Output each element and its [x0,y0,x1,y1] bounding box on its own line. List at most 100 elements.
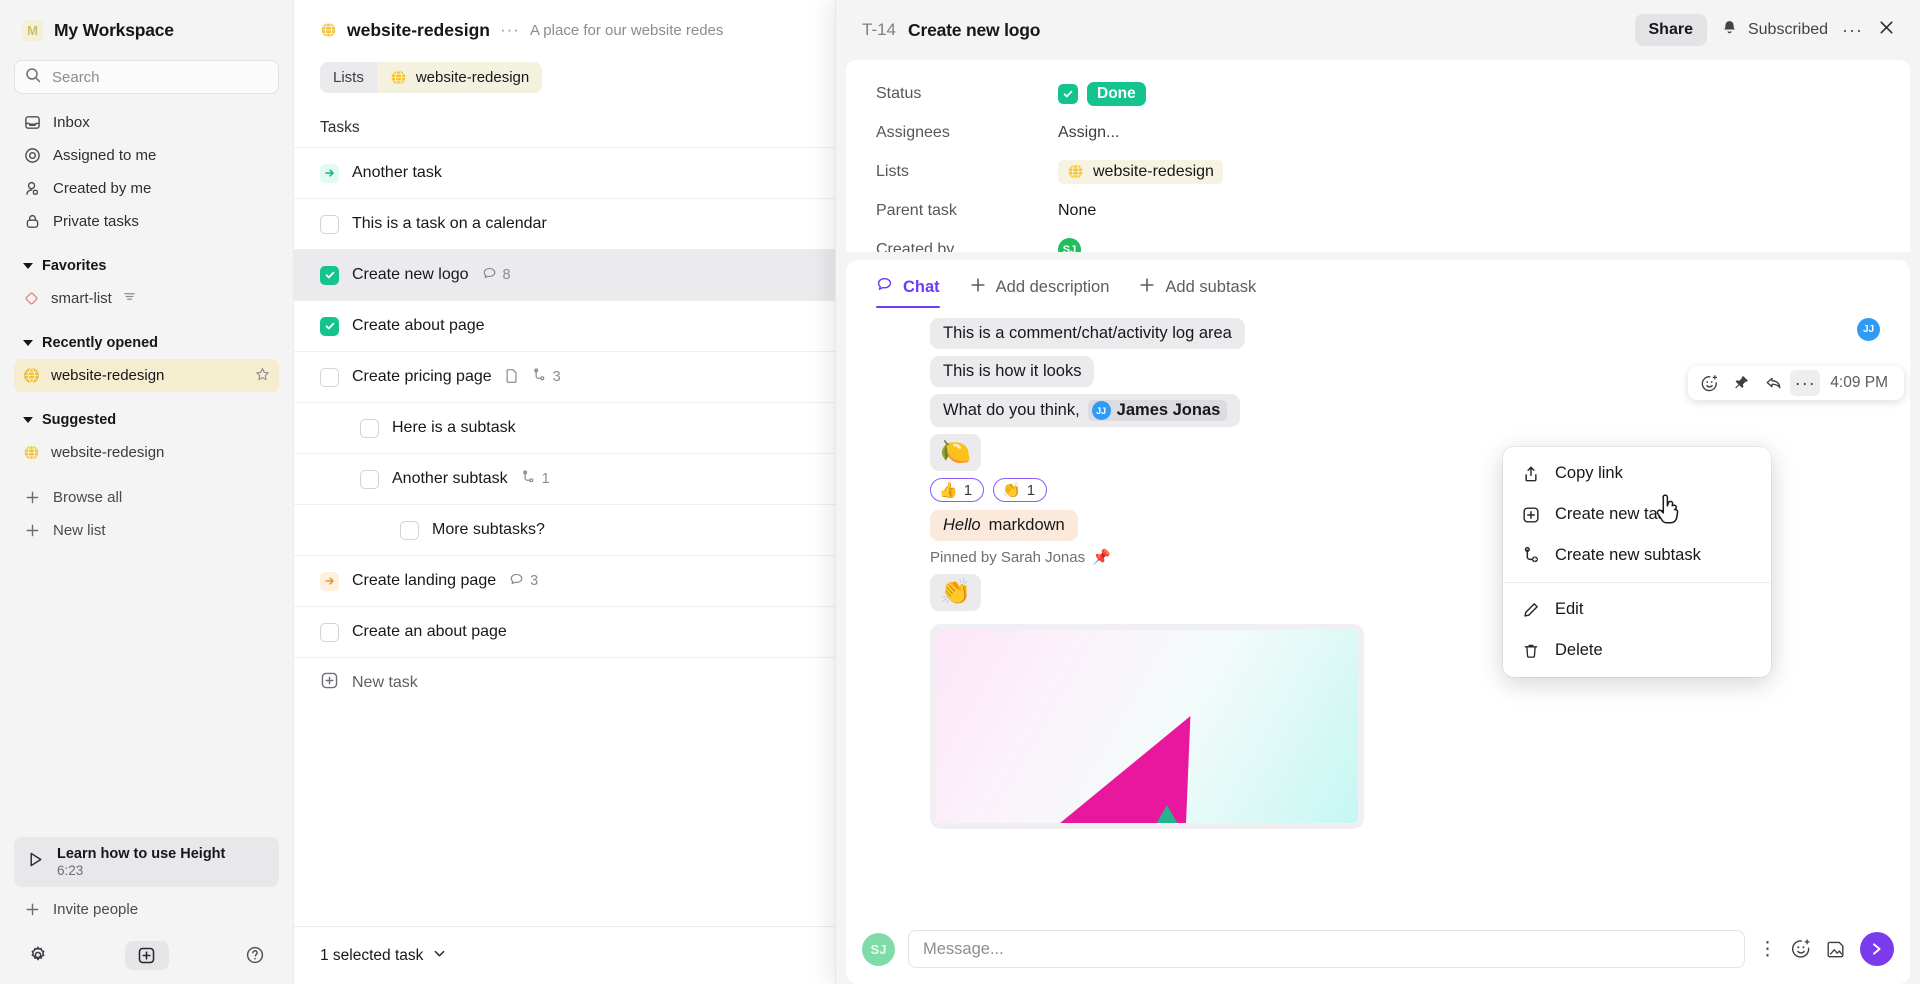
sidebar-item-created-by-me[interactable]: Created by me [14,172,279,205]
sidebar-action-browse-all[interactable]: Browse all [14,481,279,514]
subscribe-button[interactable]: Subscribed [1721,19,1828,41]
reaction-pill[interactable]: 👍 1 [930,478,985,502]
checkbox-icon[interactable] [320,367,339,387]
list-more-button[interactable]: ··· [500,20,520,40]
property-created-by[interactable]: Created by SJ [846,230,1910,252]
arrow-right-icon[interactable] [320,571,339,591]
star-icon[interactable] [255,367,270,385]
property-label: Created by [876,240,955,253]
sidebar-item-website-redesign-suggested[interactable]: website-redesign [14,436,279,469]
checkbox-checked-icon[interactable] [320,265,339,285]
message-attachment[interactable] [930,624,1364,829]
sidebar-item-label: smart-list [51,290,112,307]
menu-separator [1503,582,1771,583]
section-favorites[interactable]: Favorites [14,250,279,282]
attachment-icon[interactable] [1825,938,1847,960]
sidebar-item-inbox[interactable]: Inbox [14,106,279,139]
arrow-right-icon[interactable] [320,163,339,183]
inbox-icon [23,114,41,132]
list-item[interactable]: This is a comment/chat/activity log area [930,318,1880,349]
property-status[interactable]: Status Done [846,74,1910,113]
menu-item-delete[interactable]: Delete [1503,630,1771,671]
filter-icon [123,290,136,307]
property-label: Status [876,84,922,102]
chevron-down-icon [23,417,33,423]
search-input[interactable]: Search [14,60,279,94]
menu-item-create-new-subtask[interactable]: Create new subtask [1503,535,1771,576]
task-title: Another subtask [392,470,508,487]
globe-icon [23,444,40,461]
checkbox-checked-icon[interactable] [320,316,339,336]
subtask-count: 1 [521,469,550,489]
checkbox-checked-icon[interactable] [1058,83,1078,104]
sidebar-item-private-tasks[interactable]: Private tasks [14,205,279,238]
message-input[interactable] [908,930,1745,968]
chat-icon [876,276,893,298]
detail-task-title: Create new logo [908,19,1041,40]
list-item[interactable]: What do you think, JJ James Jonas ··· 4:… [930,366,1904,427]
status-badge: Done [1087,81,1146,106]
close-icon[interactable] [1877,18,1896,42]
checkbox-icon[interactable] [320,214,339,234]
sidebar-item-website-redesign-recent[interactable]: website-redesign [14,359,279,392]
message-more-button[interactable]: ··· [1790,370,1821,396]
property-assignees[interactable]: Assignees Assign... [846,113,1910,152]
globe-icon [23,367,40,384]
sidebar-action-new-list[interactable]: New list [14,514,279,547]
reaction-pill[interactable]: 👏 1 [993,478,1048,502]
task-title: Here is a subtask [392,419,516,436]
globe-icon [1067,163,1084,180]
property-lists[interactable]: Lists website-redesign [846,152,1910,191]
menu-item-copy-link[interactable]: Copy link [1503,453,1771,494]
menu-item-edit[interactable]: Edit [1503,589,1771,630]
breadcrumb-lists[interactable]: Lists [320,62,377,93]
tab-chat[interactable]: Chat [876,276,940,308]
avatar: SJ [1058,238,1081,252]
gear-icon[interactable] [28,945,48,965]
section-title: Favorites [42,258,107,274]
property-parent-task[interactable]: Parent task None [846,191,1910,230]
add-reaction-icon[interactable] [1790,938,1812,960]
comment-count: 8 [482,266,511,285]
task-title: Create new logo [352,266,469,283]
add-button[interactable] [124,940,169,970]
section-suggested[interactable]: Suggested [14,404,279,436]
document-icon [505,368,519,387]
task-title: Create pricing page [352,368,492,385]
reply-icon[interactable] [1758,370,1788,396]
checkbox-icon[interactable] [400,520,419,540]
menu-item-create-new-task[interactable]: Create new task [1503,494,1771,535]
tab-add-description[interactable]: Add description [970,277,1109,308]
workspace-header[interactable]: M My Workspace [14,0,279,60]
detail-more-button[interactable]: ··· [1842,20,1863,41]
tab-add-subtask[interactable]: Add subtask [1139,277,1256,308]
checkbox-icon[interactable] [360,469,379,489]
more-vertical-icon[interactable]: ⋮ [1758,940,1777,959]
plus-icon [1139,277,1155,298]
pin-icon[interactable] [1726,370,1756,396]
section-recently-opened[interactable]: Recently opened [14,327,279,359]
share-button[interactable]: Share [1634,14,1707,46]
checkbox-icon[interactable] [360,418,379,438]
message-bubble: This is how it looks [930,356,1095,387]
sidebar-item-assigned-to-me[interactable]: Assigned to me [14,139,279,172]
sidebar-invite-label: Invite people [53,901,139,918]
list-chip[interactable]: website-redesign [1058,159,1223,184]
task-title: This is a task on a calendar [352,215,547,232]
add-reaction-icon[interactable] [1694,370,1724,396]
sidebar-invite-people[interactable]: Invite people [14,893,279,926]
learn-how-to-use-card[interactable]: Learn how to use Height 6:23 [14,837,279,887]
breadcrumb-current[interactable]: website-redesign [376,62,543,93]
user-mention[interactable]: JJ James Jonas [1087,400,1228,421]
send-button[interactable] [1860,932,1894,966]
avatar: SJ [862,932,895,966]
sidebar-item-smart-list[interactable]: smart-list [14,282,279,315]
chevron-down-icon[interactable] [432,946,447,966]
detail-header-actions: Share Subscribed ··· [1634,14,1897,46]
plus-icon [23,901,41,919]
reaction-count: 1 [1026,481,1036,499]
subscribe-label: Subscribed [1747,21,1829,38]
checkbox-icon[interactable] [320,622,339,642]
sidebar-item-label: Inbox [53,114,90,131]
question-icon[interactable] [245,945,265,965]
